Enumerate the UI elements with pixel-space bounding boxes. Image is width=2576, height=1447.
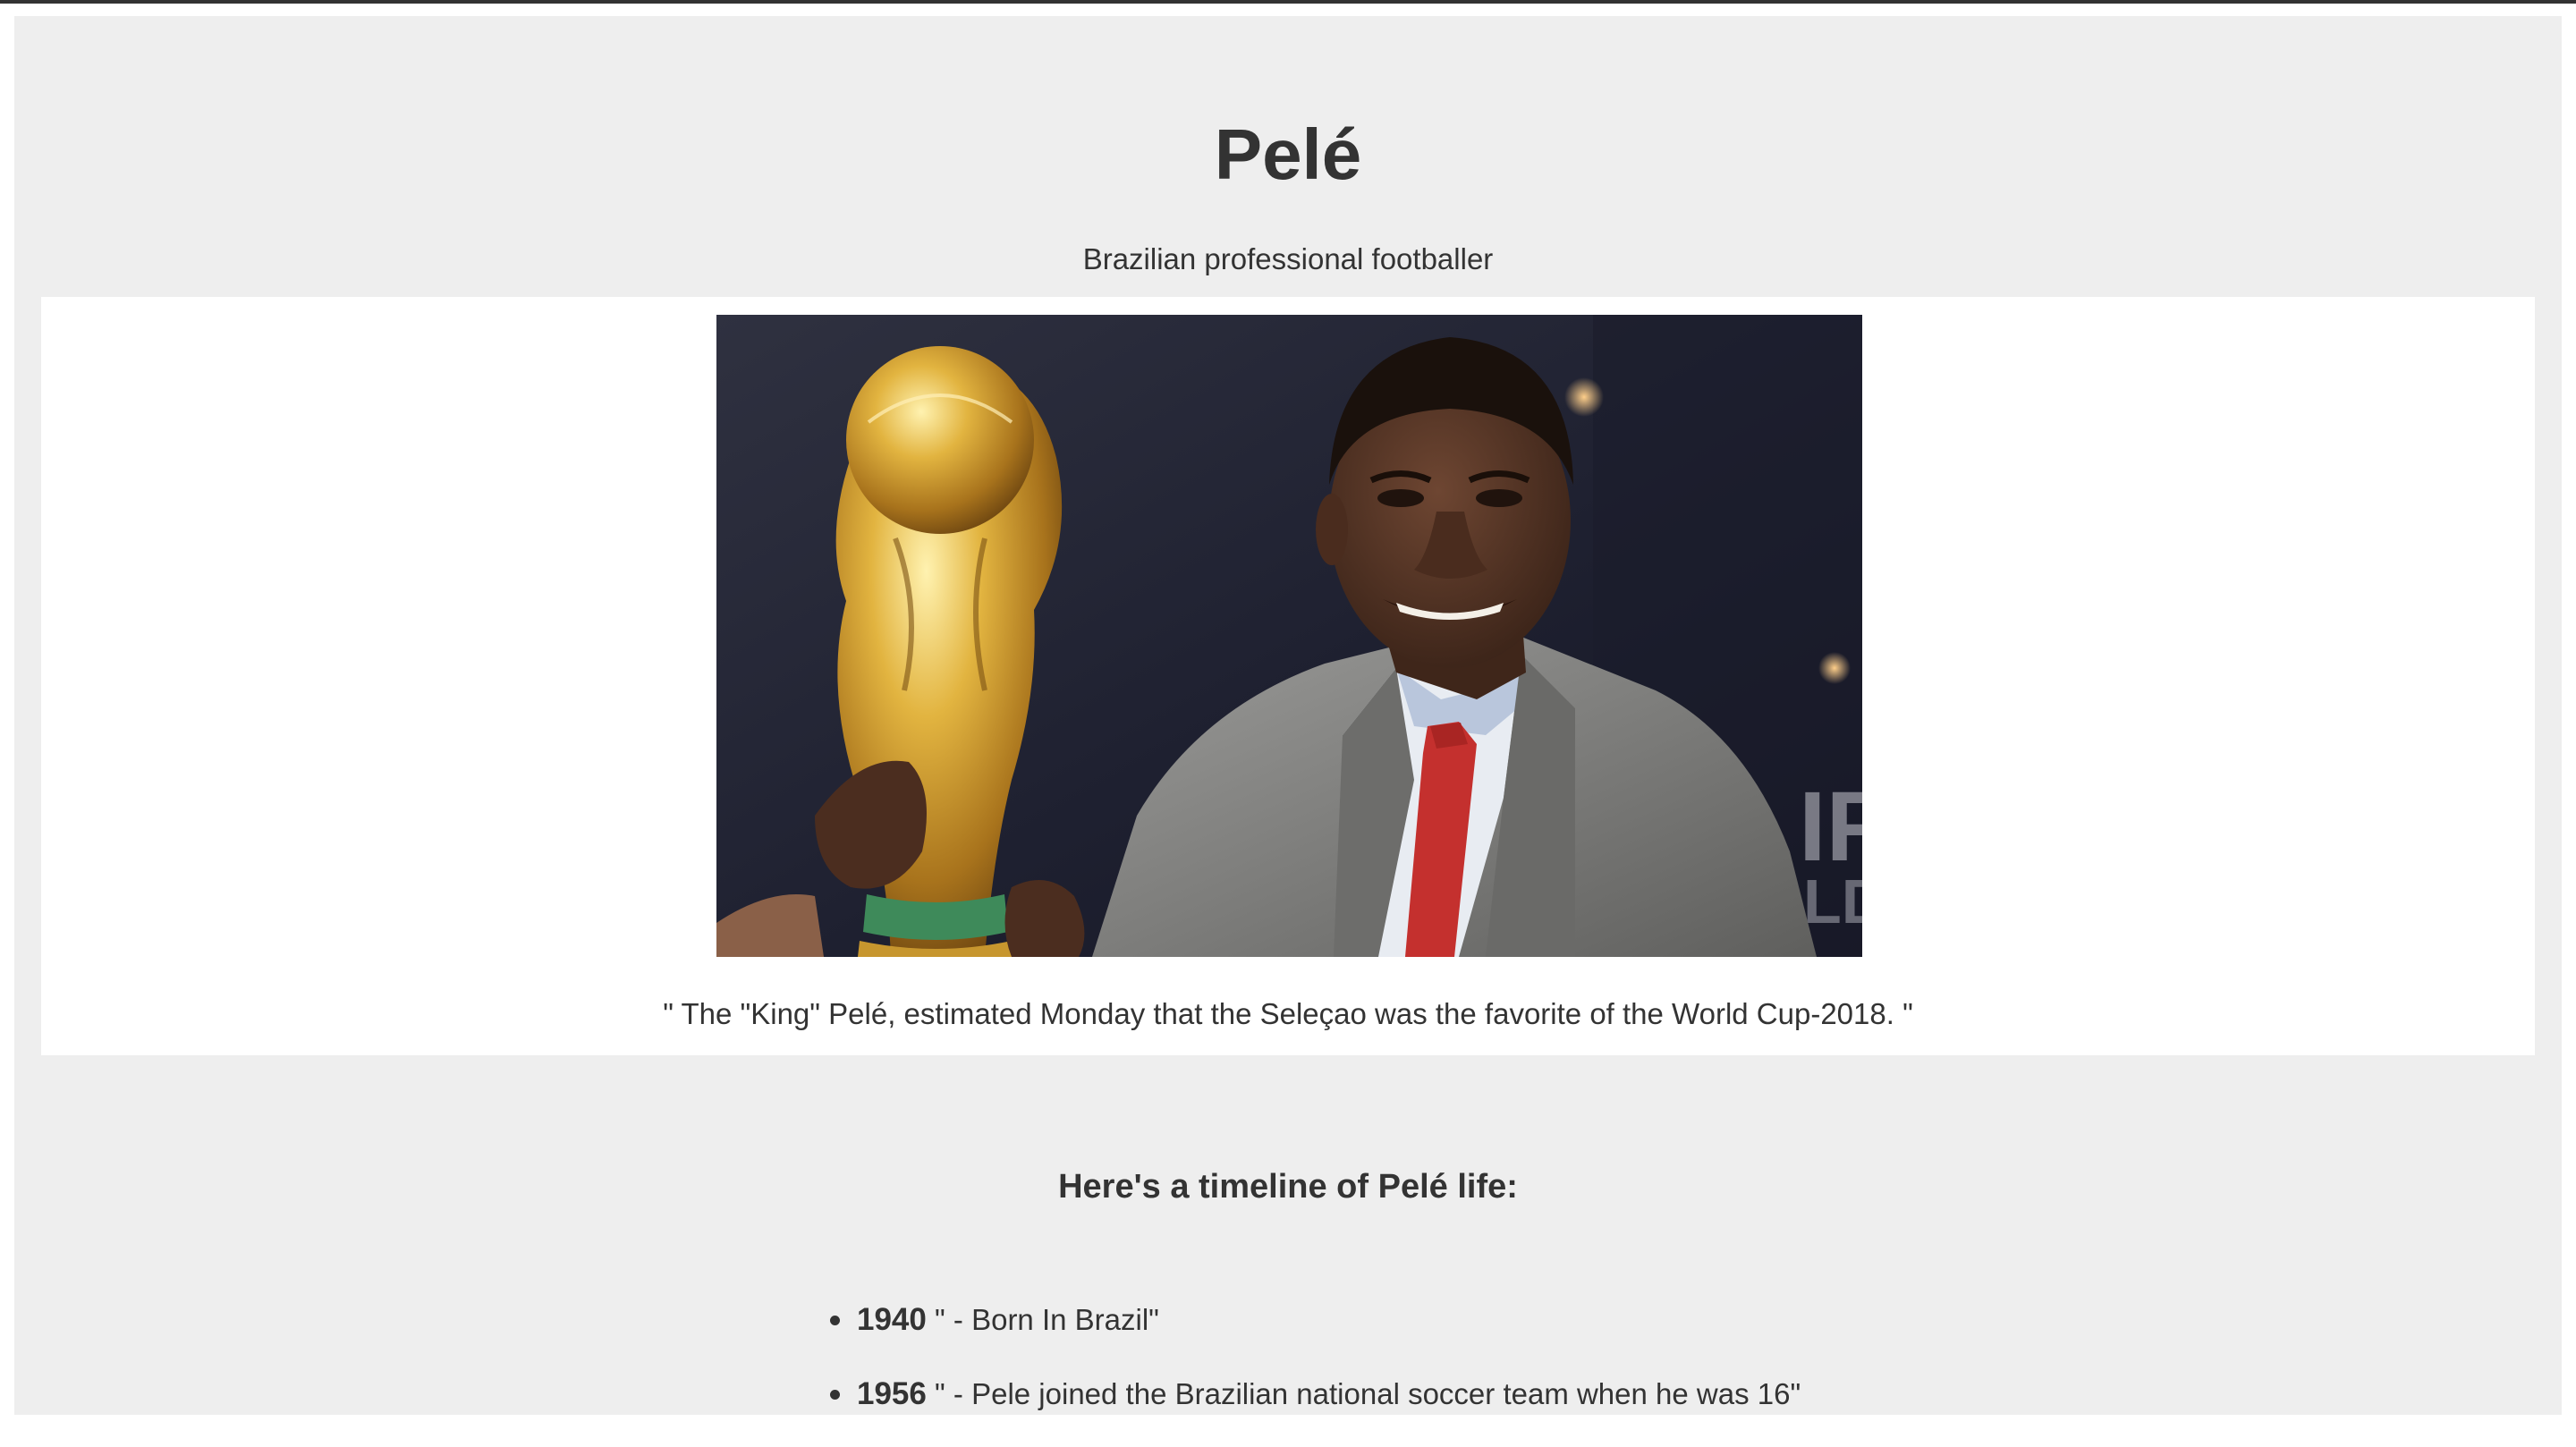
page-subtitle: Brazilian professional footballer xyxy=(1082,242,1494,275)
timeline-text: " - Pele joined the Brazilian national s… xyxy=(926,1377,1801,1410)
bullet-icon xyxy=(830,1390,840,1400)
timeline-year: 1956 xyxy=(857,1376,927,1411)
main-container: Pelé Brazilian professional footballer I… xyxy=(14,16,2562,1415)
timeline-heading: Here's a timeline of Pelé life: xyxy=(1058,1168,1518,1206)
top-border xyxy=(0,0,2576,4)
page-title: Pelé xyxy=(1214,114,1362,194)
image-card: IF LD xyxy=(41,297,2535,1055)
timeline-year: 1940 xyxy=(857,1302,927,1337)
bullet-icon xyxy=(830,1316,840,1325)
pele-trophy-photo: IF LD xyxy=(716,315,1862,957)
timeline-list: 1940 " - Born In Brazil" 1956 " - Pele j… xyxy=(830,1299,2172,1447)
timeline-item: 1940 " - Born In Brazil" xyxy=(830,1299,2172,1341)
svg-text:IF: IF xyxy=(1799,772,1862,882)
timeline-item: 1956 " - Pele joined the Brazilian natio… xyxy=(830,1373,2172,1416)
svg-text:LD: LD xyxy=(1803,867,1862,936)
image-caption: " The "King" Pelé, estimated Monday that… xyxy=(663,997,1913,1030)
timeline-text: " - Born In Brazil" xyxy=(926,1303,1159,1336)
